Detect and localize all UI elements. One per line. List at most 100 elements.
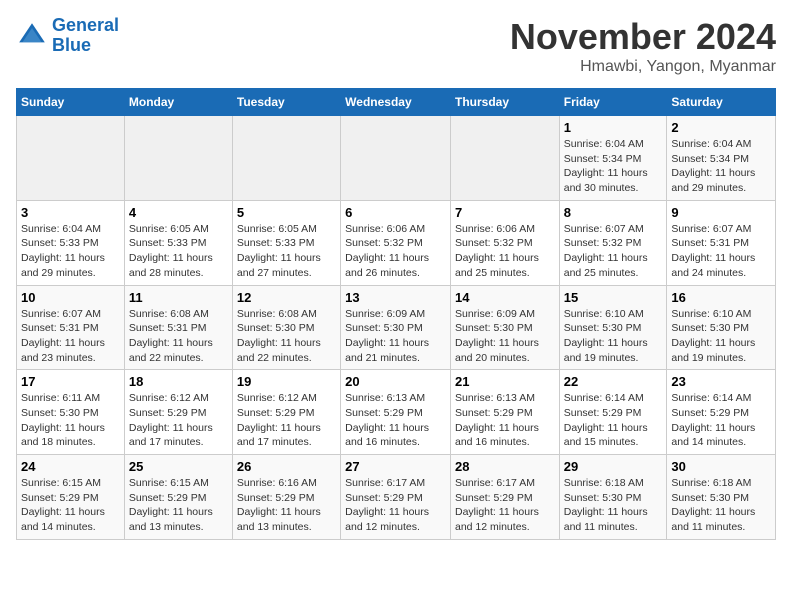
day-detail: Sunrise: 6:18 AMSunset: 5:30 PMDaylight:… <box>671 476 771 535</box>
day-detail: Sunrise: 6:06 AMSunset: 5:32 PMDaylight:… <box>455 222 555 281</box>
calendar-cell: 24 Sunrise: 6:15 AMSunset: 5:29 PMDayligh… <box>17 455 125 540</box>
day-detail: Sunrise: 6:10 AMSunset: 5:30 PMDaylight:… <box>564 307 663 366</box>
day-detail: Sunrise: 6:14 AMSunset: 5:29 PMDaylight:… <box>564 391 663 450</box>
logo-line2: Blue <box>52 35 91 55</box>
day-number: 5 <box>237 205 336 220</box>
day-number: 30 <box>671 459 771 474</box>
day-detail: Sunrise: 6:16 AMSunset: 5:29 PMDaylight:… <box>237 476 336 535</box>
day-detail: Sunrise: 6:05 AMSunset: 5:33 PMDaylight:… <box>129 222 228 281</box>
calendar-cell: 3Sunrise: 6:04 AMSunset: 5:33 PMDaylight… <box>17 200 125 285</box>
day-number: 14 <box>455 290 555 305</box>
day-number: 13 <box>345 290 446 305</box>
calendar-cell: 29 Sunrise: 6:18 AMSunset: 5:30 PMDayligh… <box>559 455 667 540</box>
day-detail: Sunrise: 6:14 AMSunset: 5:29 PMDaylight:… <box>671 391 771 450</box>
day-detail: Sunrise: 6:15 AMSunset: 5:29 PMDaylight:… <box>129 476 228 535</box>
day-number: 15 <box>564 290 663 305</box>
day-number: 18 <box>129 374 228 389</box>
calendar-cell <box>232 116 340 201</box>
calendar-cell: 18Sunrise: 6:12 AMSunset: 5:29 PMDayligh… <box>124 370 232 455</box>
day-detail: Sunrise: 6:08 AMSunset: 5:31 PMDaylight:… <box>129 307 228 366</box>
calendar-cell: 14 Sunrise: 6:09 AMSunset: 5:30 PMDayligh… <box>450 285 559 370</box>
day-number: 19 <box>237 374 336 389</box>
day-number: 29 <box>564 459 663 474</box>
calendar-cell: 6 Sunrise: 6:06 AMSunset: 5:32 PMDaylight… <box>341 200 451 285</box>
calendar-cell: 1Sunrise: 6:04 AMSunset: 5:34 PMDaylight… <box>559 116 667 201</box>
header: General Blue November 2024 Hmawbi, Yango… <box>16 16 776 76</box>
day-detail: Sunrise: 6:17 AMSunset: 5:29 PMDaylight:… <box>455 476 555 535</box>
calendar-header-row: SundayMondayTuesdayWednesdayThursdayFrid… <box>17 89 776 116</box>
logo-text: General Blue <box>52 16 119 56</box>
calendar-cell: 12Sunrise: 6:08 AMSunset: 5:30 PMDayligh… <box>232 285 340 370</box>
calendar-cell: 13 Sunrise: 6:09 AMSunset: 5:30 PMDayligh… <box>341 285 451 370</box>
day-number: 9 <box>671 205 771 220</box>
day-number: 24 <box>21 459 120 474</box>
logo-icon <box>16 20 48 52</box>
header-cell-friday: Friday <box>559 89 667 116</box>
day-number: 8 <box>564 205 663 220</box>
calendar-week-row: 17 Sunrise: 6:11 AMSunset: 5:30 PMDayligh… <box>17 370 776 455</box>
calendar-week-row: 3Sunrise: 6:04 AMSunset: 5:33 PMDaylight… <box>17 200 776 285</box>
calendar-cell <box>450 116 559 201</box>
calendar-cell: 8 Sunrise: 6:07 AMSunset: 5:32 PMDaylight… <box>559 200 667 285</box>
logo: General Blue <box>16 16 119 56</box>
calendar-cell <box>124 116 232 201</box>
day-number: 22 <box>564 374 663 389</box>
header-cell-monday: Monday <box>124 89 232 116</box>
day-detail: Sunrise: 6:07 AMSunset: 5:32 PMDaylight:… <box>564 222 663 281</box>
calendar-cell <box>17 116 125 201</box>
day-number: 23 <box>671 374 771 389</box>
calendar-cell: 16 Sunrise: 6:10 AMSunset: 5:30 PMDayligh… <box>667 285 776 370</box>
day-number: 10 <box>21 290 120 305</box>
day-detail: Sunrise: 6:12 AMSunset: 5:29 PMDaylight:… <box>237 391 336 450</box>
header-cell-saturday: Saturday <box>667 89 776 116</box>
calendar-cell: 30 Sunrise: 6:18 AMSunset: 5:30 PMDayligh… <box>667 455 776 540</box>
page-subtitle: Hmawbi, Yangon, Myanmar <box>510 58 776 76</box>
calendar-cell: 28 Sunrise: 6:17 AMSunset: 5:29 PMDayligh… <box>450 455 559 540</box>
day-detail: Sunrise: 6:04 AMSunset: 5:33 PMDaylight:… <box>21 222 120 281</box>
header-cell-sunday: Sunday <box>17 89 125 116</box>
calendar-cell: 2Sunrise: 6:04 AMSunset: 5:34 PMDaylight… <box>667 116 776 201</box>
calendar-cell: 23 Sunrise: 6:14 AMSunset: 5:29 PMDayligh… <box>667 370 776 455</box>
day-number: 7 <box>455 205 555 220</box>
day-detail: Sunrise: 6:04 AMSunset: 5:34 PMDaylight:… <box>671 137 771 196</box>
day-number: 16 <box>671 290 771 305</box>
day-detail: Sunrise: 6:18 AMSunset: 5:30 PMDaylight:… <box>564 476 663 535</box>
day-detail: Sunrise: 6:09 AMSunset: 5:30 PMDaylight:… <box>455 307 555 366</box>
day-detail: Sunrise: 6:05 AMSunset: 5:33 PMDaylight:… <box>237 222 336 281</box>
day-detail: Sunrise: 6:15 AMSunset: 5:29 PMDaylight:… <box>21 476 120 535</box>
calendar-week-row: 10Sunrise: 6:07 AMSunset: 5:31 PMDayligh… <box>17 285 776 370</box>
day-number: 1 <box>564 120 663 135</box>
calendar-cell: 11 Sunrise: 6:08 AMSunset: 5:31 PMDayligh… <box>124 285 232 370</box>
day-number: 6 <box>345 205 446 220</box>
day-number: 28 <box>455 459 555 474</box>
calendar-cell: 21Sunrise: 6:13 AMSunset: 5:29 PMDayligh… <box>450 370 559 455</box>
calendar-week-row: 1 Sunrise: 6:04 AMSunset: 5:34 PMDaylight… <box>17 116 776 201</box>
day-number: 11 <box>129 290 228 305</box>
day-number: 4 <box>129 205 228 220</box>
day-detail: Sunrise: 6:10 AMSunset: 5:30 PMDaylight:… <box>671 307 771 366</box>
calendar-cell: 10Sunrise: 6:07 AMSunset: 5:31 PMDayligh… <box>17 285 125 370</box>
calendar-week-row: 24 Sunrise: 6:15 AMSunset: 5:29 PMDayligh… <box>17 455 776 540</box>
calendar-table: SundayMondayTuesdayWednesdayThursdayFrid… <box>16 88 776 540</box>
calendar-cell: 22 Sunrise: 6:14 AMSunset: 5:29 PMDayligh… <box>559 370 667 455</box>
day-detail: Sunrise: 6:07 AMSunset: 5:31 PMDaylight:… <box>671 222 771 281</box>
day-number: 21 <box>455 374 555 389</box>
day-number: 26 <box>237 459 336 474</box>
calendar-cell: 17 Sunrise: 6:11 AMSunset: 5:30 PMDayligh… <box>17 370 125 455</box>
day-number: 20 <box>345 374 446 389</box>
calendar-cell <box>341 116 451 201</box>
day-detail: Sunrise: 6:13 AMSunset: 5:29 PMDaylight:… <box>345 391 446 450</box>
day-detail: Sunrise: 6:06 AMSunset: 5:32 PMDaylight:… <box>345 222 446 281</box>
logo-line1: General <box>52 15 119 35</box>
calendar-cell: 19 Sunrise: 6:12 AMSunset: 5:29 PMDayligh… <box>232 370 340 455</box>
day-detail: Sunrise: 6:08 AMSunset: 5:30 PMDaylight:… <box>237 307 336 366</box>
day-number: 25 <box>129 459 228 474</box>
day-detail: Sunrise: 6:17 AMSunset: 5:29 PMDaylight:… <box>345 476 446 535</box>
calendar-cell: 5 Sunrise: 6:05 AMSunset: 5:33 PMDaylight… <box>232 200 340 285</box>
day-detail: Sunrise: 6:09 AMSunset: 5:30 PMDaylight:… <box>345 307 446 366</box>
day-detail: Sunrise: 6:11 AMSunset: 5:30 PMDaylight:… <box>21 391 120 450</box>
calendar-cell: 20 Sunrise: 6:13 AMSunset: 5:29 PMDayligh… <box>341 370 451 455</box>
day-number: 17 <box>21 374 120 389</box>
header-cell-wednesday: Wednesday <box>341 89 451 116</box>
calendar-cell: 4 Sunrise: 6:05 AMSunset: 5:33 PMDaylight… <box>124 200 232 285</box>
